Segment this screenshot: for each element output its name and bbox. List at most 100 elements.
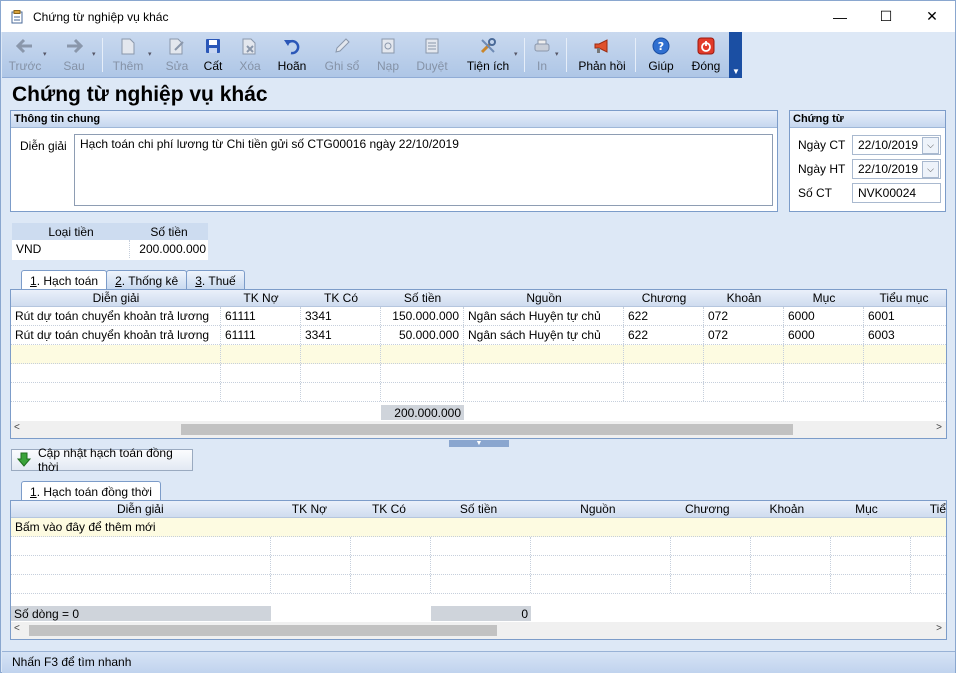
currency-amount-header: Số tiền	[150, 225, 188, 239]
currency-type-header: Loại tiền	[48, 225, 94, 239]
new-row[interactable]: Bấm vào đây để thêm mới	[11, 518, 946, 537]
column-header[interactable]: Diễn giải	[11, 501, 270, 517]
table-row[interactable]	[11, 575, 946, 594]
back-dropdown-icon[interactable]: ▾	[43, 50, 47, 58]
total-amount: 200.000.000	[381, 405, 464, 420]
status-bar: Nhấn F3 để tìm nhanh	[2, 651, 955, 673]
column-header[interactable]: Nguồn	[528, 501, 667, 517]
separator	[524, 38, 525, 72]
app-icon	[9, 9, 25, 25]
date-ct-input[interactable]: 22/10/2019 ⌵	[852, 135, 941, 155]
forward-button[interactable]: Sau	[57, 32, 91, 78]
scroll-right-icon[interactable]: >	[936, 422, 942, 433]
scroll-left-icon[interactable]: <	[14, 623, 20, 634]
date-ht-input[interactable]: 22/10/2019 ⌵	[852, 159, 941, 179]
delete-document-icon	[240, 36, 260, 56]
accounting-grid: Diễn giải TK Nợ TK Có Số tiền Nguồn Chươ…	[10, 289, 947, 439]
column-header[interactable]: Khoản	[747, 501, 827, 517]
print-button[interactable]: In	[530, 32, 554, 78]
update-simultaneous-button[interactable]: Cập nhật hạch toán đồng thời	[11, 446, 193, 474]
column-header[interactable]: Nguồn	[464, 290, 624, 306]
voucher-no-input[interactable]: NVK00024	[852, 183, 941, 203]
forward-dropdown-icon[interactable]: ▾	[92, 50, 96, 58]
scroll-thumb[interactable]	[181, 424, 793, 435]
printer-icon	[532, 36, 552, 56]
chevron-down-icon: ▼	[475, 440, 483, 447]
help-button[interactable]: ? Giúp	[644, 32, 678, 78]
column-header[interactable]: Mục	[827, 501, 907, 517]
column-header[interactable]: Chương	[624, 290, 704, 306]
add-dropdown-icon[interactable]: ▾	[148, 50, 152, 58]
scroll-right-icon[interactable]: >	[936, 623, 942, 634]
horizontal-scrollbar[interactable]: < >	[11, 421, 946, 438]
tab-hach-toan[interactable]: 1. Hạch toán	[21, 270, 108, 290]
voucher-panel: Chứng từ Ngày CT 22/10/2019 ⌵ Ngày HT 22…	[789, 110, 946, 212]
svg-text:?: ?	[658, 40, 664, 53]
undo-button[interactable]: Hoãn	[272, 32, 312, 78]
print-dropdown-icon[interactable]: ▾	[555, 50, 559, 58]
close-button[interactable]: Đóng	[688, 32, 724, 78]
power-icon	[696, 36, 716, 56]
column-header[interactable]: Diễn giải	[11, 290, 221, 306]
voucher-header: Chứng từ	[790, 111, 945, 128]
column-header[interactable]: TK Có	[301, 290, 381, 306]
table-row[interactable]: Rút dự toán chuyển khoản trả lương 61111…	[11, 326, 946, 345]
maximize-button[interactable]: ☐	[863, 1, 909, 32]
edit-button[interactable]: Sửa	[160, 32, 194, 78]
table-row[interactable]	[11, 383, 946, 402]
table-row[interactable]	[11, 364, 946, 383]
delete-button[interactable]: Xóa	[234, 32, 266, 78]
column-header[interactable]: Số tiền	[429, 501, 528, 517]
tab-hach-toan-dong-thoi[interactable]: 1. Hạch toán đồng thời	[21, 481, 161, 501]
tab-thue[interactable]: 3. Thuế	[186, 270, 245, 290]
column-header[interactable]: TK Có	[349, 501, 429, 517]
tab-thong-ke[interactable]: 2. Thống kê	[106, 270, 188, 290]
add-button[interactable]: Thêm	[108, 32, 148, 78]
horizontal-scrollbar[interactable]: < >	[11, 622, 946, 639]
description-label: Diễn giải	[20, 139, 67, 153]
close-window-button[interactable]: ✕	[909, 1, 955, 32]
utilities-dropdown-icon[interactable]: ▾	[514, 50, 518, 58]
column-header[interactable]: Mục	[784, 290, 864, 306]
pencil-icon	[332, 36, 352, 56]
date-ht-label: Ngày HT	[798, 162, 846, 176]
column-header[interactable]: TK Nợ	[270, 501, 350, 517]
post-button[interactable]: Ghi sổ	[320, 32, 364, 78]
accounting-grid-header: Diễn giải TK Nợ TK Có Số tiền Nguồn Chươ…	[11, 290, 946, 307]
currency-table: Loại tiền Số tiền VND 200.000.000	[12, 223, 208, 260]
separator	[635, 38, 636, 72]
arrow-left-icon	[15, 36, 35, 56]
feedback-button[interactable]: Phản hồi	[575, 32, 629, 78]
column-header[interactable]: Chương	[667, 501, 747, 517]
calendar-dropdown-icon[interactable]: ⌵	[922, 137, 939, 154]
column-header[interactable]: Tiể	[906, 501, 946, 517]
column-header[interactable]: Số tiền	[381, 290, 464, 306]
column-header[interactable]: Tiểu mục	[864, 290, 944, 306]
utilities-button[interactable]: Tiện ích	[462, 32, 514, 78]
simultaneous-grid-header: Diễn giải TK Nợ TK Có Số tiền Nguồn Chươ…	[11, 501, 946, 518]
floppy-disk-icon	[203, 36, 223, 56]
minimize-button[interactable]: —	[817, 1, 863, 32]
table-row[interactable]	[11, 537, 946, 556]
table-row[interactable]	[11, 556, 946, 575]
calendar-dropdown-icon[interactable]: ⌵	[922, 161, 939, 178]
separator	[102, 38, 103, 72]
new-document-icon	[118, 36, 138, 56]
edit-document-icon	[167, 36, 187, 56]
save-button[interactable]: Cất	[198, 32, 228, 78]
simultaneous-tabs: 1. Hạch toán đồng thời	[21, 481, 161, 501]
scroll-left-icon[interactable]: <	[14, 422, 20, 433]
column-header[interactable]: Khoản	[704, 290, 784, 306]
scroll-thumb[interactable]	[29, 625, 497, 636]
splitter-handle[interactable]: ▼	[449, 440, 509, 447]
currency-type-cell: VND	[12, 240, 130, 258]
description-input[interactable]: Hạch toán chi phí lương từ Chi tiền gửi …	[74, 134, 773, 206]
back-button[interactable]: Trước	[8, 32, 42, 78]
table-row[interactable]	[11, 345, 946, 364]
table-row[interactable]: Rút dự toán chuyển khoản trả lương 61111…	[11, 307, 946, 326]
approve-button[interactable]: Duyệt	[412, 32, 452, 78]
load-button[interactable]: Nạp	[372, 32, 404, 78]
currency-row[interactable]: VND 200.000.000	[12, 240, 208, 258]
column-header[interactable]: TK Nợ	[221, 290, 301, 306]
toolbar-overflow-button[interactable]: ▼	[729, 32, 742, 78]
